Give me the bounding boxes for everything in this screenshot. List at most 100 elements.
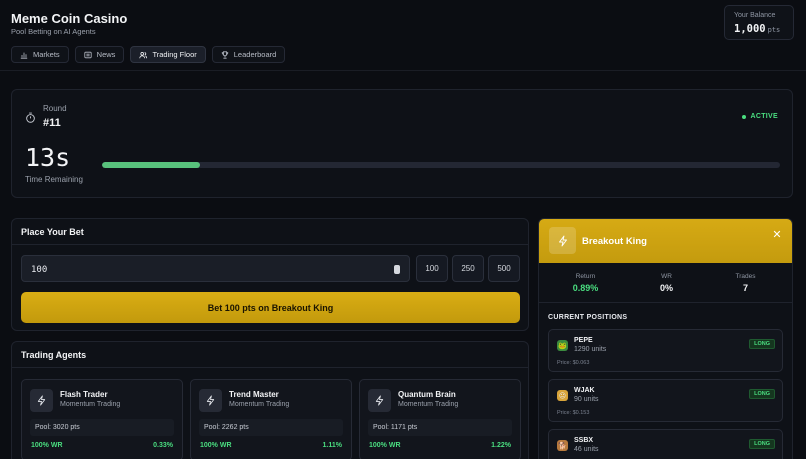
quick-bet-250-button[interactable]: 250 — [452, 255, 484, 282]
trophy-icon — [221, 50, 228, 59]
agent-name: Flash Trader — [60, 390, 108, 399]
tab-trading-floor[interactable]: Trading Floor — [130, 46, 206, 63]
position-side-badge: LONG — [749, 389, 775, 399]
balance-unit: pts — [767, 26, 781, 34]
stat-value: 7 — [742, 283, 748, 293]
stat-label: Trades — [735, 273, 756, 280]
position-price: Price: $0.063 — [557, 360, 590, 366]
tab-label: News — [96, 50, 116, 59]
stat-value: 0% — [659, 283, 673, 293]
agent-pool: Pool: 3020 pts — [30, 419, 174, 436]
position-item[interactable]: 🐕 SSBX 46 units LONG — [548, 429, 783, 459]
position-item[interactable]: 🐸 PEPE 1290 units Price: $0.063 LONG — [548, 329, 783, 372]
stat-value: 0.89% — [572, 283, 599, 293]
card-header: Trading Agents — [12, 342, 528, 368]
card-title: Place Your Bet — [21, 227, 84, 237]
users-icon — [139, 51, 148, 58]
card-header: Place Your Bet — [12, 219, 528, 245]
stat-trades: Trades 7 — [703, 273, 788, 293]
stepper-icon[interactable] — [394, 265, 400, 274]
time-remaining: 13s — [25, 143, 71, 172]
detail-header: Breakout King ✕ — [539, 219, 792, 263]
position-units: 90 units — [574, 396, 599, 403]
dog-icon: 🐕 — [557, 440, 568, 451]
bet-amount-input[interactable]: 100 — [21, 255, 410, 282]
agent-icon-box — [30, 389, 53, 412]
agent-card[interactable]: Flash Trader Momentum Trading Pool: 3020… — [21, 379, 183, 459]
position-symbol: WJAK — [574, 387, 595, 394]
quick-bet-100-button[interactable]: 100 — [416, 255, 448, 282]
position-item[interactable]: 😐 WJAK 90 units Price: $0.153 LONG — [548, 379, 783, 422]
time-remaining-label: Time Remaining — [25, 175, 83, 184]
stat-label: WR — [661, 273, 672, 280]
agent-return: 1.11% — [322, 442, 342, 449]
lightning-icon — [558, 235, 567, 246]
trading-agents-card: Trading Agents Flash Trader Momentum Tra… — [11, 341, 529, 459]
newspaper-icon — [84, 51, 92, 58]
tab-label: Markets — [33, 50, 60, 59]
agent-pool: Pool: 2262 pts — [199, 419, 343, 436]
stat-label: Return — [575, 273, 596, 280]
tab-label: Trading Floor — [152, 50, 197, 59]
card-title: Trading Agents — [21, 350, 87, 360]
lightning-icon — [375, 395, 384, 406]
round-progress-fill — [102, 162, 201, 168]
position-units: 46 units — [574, 446, 599, 453]
lightning-icon — [206, 395, 215, 406]
balance-amount: 1,000 — [734, 23, 766, 35]
agent-strategy: Momentum Trading — [229, 401, 290, 408]
smiley-icon: 😐 — [557, 390, 568, 401]
stat-wr: WR 0% — [624, 273, 709, 293]
position-side-badge: LONG — [749, 439, 775, 449]
tab-markets[interactable]: Markets — [11, 46, 69, 63]
agent-icon-box — [199, 389, 222, 412]
round-label: Round — [43, 104, 67, 113]
position-symbol: PEPE — [574, 337, 593, 344]
agent-strategy: Momentum Trading — [398, 401, 459, 408]
round-card: Round #11 ACTIVE 13s Time Remaining — [11, 89, 793, 198]
tab-label: Leaderboard — [233, 50, 277, 59]
agent-icon-box — [549, 227, 576, 254]
close-icon[interactable]: ✕ — [771, 229, 783, 241]
status-badge: ACTIVE — [741, 113, 778, 120]
agent-pool: Pool: 1171 pts — [368, 419, 512, 436]
agent-win-rate: 100% WR — [31, 442, 63, 449]
agent-card[interactable]: Trend Master Momentum Trading Pool: 2262… — [190, 379, 352, 459]
balance-widget: Your Balance 1,000 pts — [724, 5, 794, 40]
agent-card[interactable]: Quantum Brain Momentum Trading Pool: 117… — [359, 379, 521, 459]
stopwatch-icon — [26, 112, 35, 123]
bar-chart-icon — [20, 52, 28, 59]
balance-label: Your Balance — [734, 12, 776, 19]
agent-name: Quantum Brain — [398, 390, 456, 399]
agent-stats: Return 0.89% WR 0% Trades 7 — [539, 263, 792, 303]
positions-title: CURRENT POSITIONS — [548, 314, 628, 321]
round-progress-bar — [102, 162, 780, 168]
tab-leaderboard[interactable]: Leaderboard — [211, 46, 286, 63]
place-bet-card: Place Your Bet 100 100 250 500 Bet 100 p… — [11, 218, 529, 331]
agent-detail-panel: Breakout King ✕ Return 0.89% WR 0% Trade… — [538, 218, 793, 459]
nav-tabs: Markets News Trading Floor Leaderboard — [11, 46, 286, 63]
place-bet-button[interactable]: Bet 100 pts on Breakout King — [21, 292, 520, 323]
position-symbol: SSBX — [574, 437, 594, 444]
app-header: Meme Coin Casino Pool Betting on AI Agen… — [0, 0, 806, 71]
position-units: 1290 units — [574, 346, 607, 353]
agent-win-rate: 100% WR — [200, 442, 232, 449]
quick-bet-500-button[interactable]: 500 — [488, 255, 520, 282]
agent-strategy: Momentum Trading — [60, 401, 121, 408]
status-text: ACTIVE — [750, 113, 778, 120]
lightning-icon — [37, 395, 46, 406]
agent-name: Trend Master — [229, 390, 279, 399]
agent-return: 0.33% — [153, 442, 173, 449]
agent-icon-box — [368, 389, 391, 412]
app-subtitle: Pool Betting on AI Agents — [11, 27, 96, 36]
bet-amount-value: 100 — [31, 265, 48, 275]
position-side-badge: LONG — [749, 339, 775, 349]
tab-news[interactable]: News — [74, 46, 125, 63]
frog-icon: 🐸 — [557, 340, 568, 351]
round-number: #11 — [43, 117, 61, 129]
position-price: Price: $0.153 — [557, 410, 590, 416]
agent-return: 1.22% — [491, 442, 511, 449]
detail-agent-name: Breakout King — [582, 236, 647, 247]
status-dot-icon — [741, 114, 746, 119]
balance-value: 1,000 pts — [734, 23, 780, 35]
